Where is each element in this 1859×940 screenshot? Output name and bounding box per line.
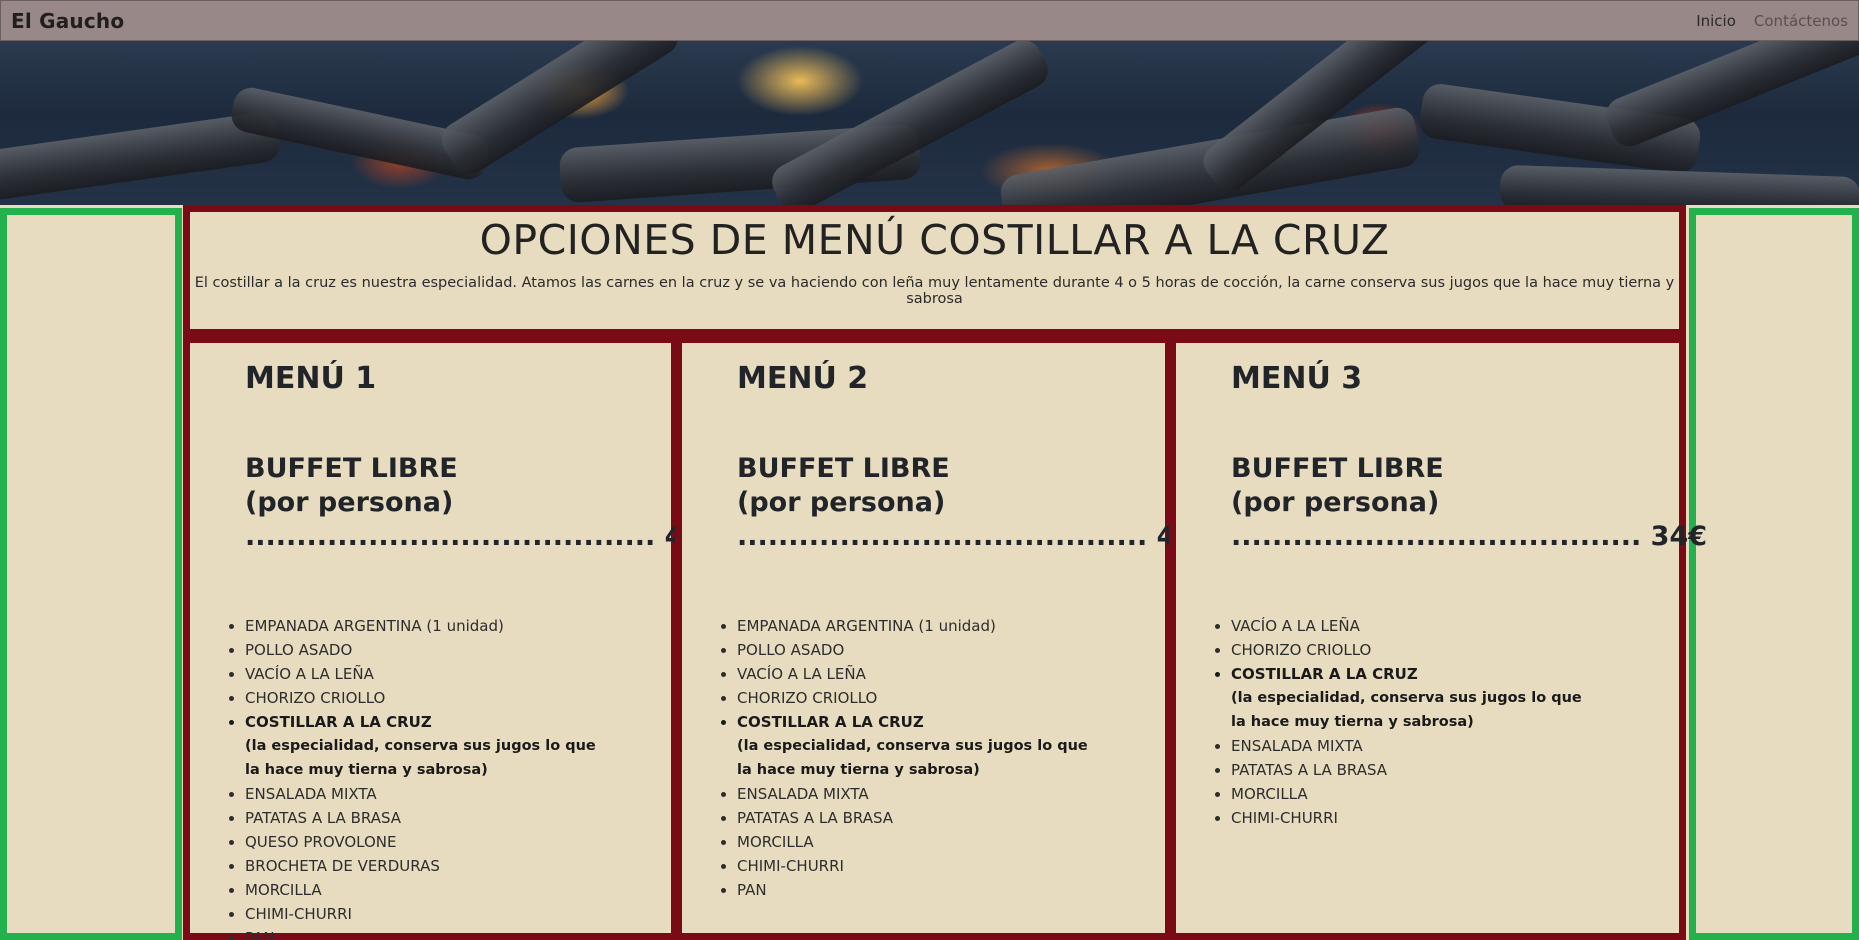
list-item: PAN	[245, 926, 661, 940]
price-line: ........................................…	[737, 521, 1214, 552]
list-item: CHORIZO CRIOLLO	[737, 686, 1155, 710]
left-side-panel	[0, 208, 182, 940]
specialty-note: la hace muy tierna y sabrosa)	[245, 762, 488, 778]
specialty-note: la hace muy tierna y sabrosa)	[1231, 714, 1474, 730]
specialty-name: COSTILLAR A LA CRUZ	[737, 713, 924, 731]
list-item: CHIMI-CHURRI	[245, 902, 661, 926]
list-item: EMPANADA ARGENTINA (1 unidad)	[245, 614, 661, 638]
list-item: BROCHETA DE VERDURAS	[245, 854, 661, 878]
nav-link-inicio[interactable]: Inicio	[1696, 12, 1736, 30]
specialty-name: COSTILLAR A LA CRUZ	[245, 713, 432, 731]
page-title: OPCIONES DE MENÚ COSTILLAR A LA CRUZ	[479, 216, 1390, 264]
list-item: VACÍO A LA LEÑA	[737, 662, 1155, 686]
list-item: QUESO PROVOLONE	[245, 830, 661, 854]
menu-items-list: EMPANADA ARGENTINA (1 unidad) POLLO ASAD…	[245, 614, 661, 940]
list-item: CHIMI-CHURRI	[737, 854, 1155, 878]
menu-card-2: MENÚ 2 BUFFET LIBRE (por persona) ......…	[675, 336, 1214, 940]
navbar: El Gaucho Inicio Contáctenos	[0, 0, 1859, 41]
specialty-note: (la especialidad, conserva sus jugos lo …	[737, 738, 1088, 754]
list-item: MORCILLA	[1231, 782, 1669, 806]
brand-logo[interactable]: El Gaucho	[11, 9, 124, 33]
list-item-specialty: COSTILLAR A LA CRUZ (la especialidad, co…	[245, 710, 661, 782]
list-item: PATATAS A LA BRASA	[245, 806, 661, 830]
specialty-name: COSTILLAR A LA CRUZ	[1231, 665, 1418, 683]
list-item: CHORIZO CRIOLLO	[245, 686, 661, 710]
list-item: PAN	[737, 878, 1155, 902]
buffet-label: BUFFET LIBRE	[1231, 453, 1444, 484]
per-person-label: (por persona)	[245, 487, 454, 518]
buffet-label: BUFFET LIBRE	[737, 453, 950, 484]
right-side-panel	[1689, 208, 1859, 940]
nav-link-contactenos[interactable]: Contáctenos	[1754, 12, 1848, 30]
price-line: ........................................…	[1231, 521, 1708, 552]
list-item: CHIMI-CHURRI	[1231, 806, 1669, 830]
menu-card-1: MENÚ 1 BUFFET LIBRE (por persona) ......…	[183, 336, 722, 940]
list-item: EMPANADA ARGENTINA (1 unidad)	[737, 614, 1155, 638]
list-item: MORCILLA	[245, 878, 661, 902]
list-item-specialty: COSTILLAR A LA CRUZ (la especialidad, co…	[1231, 662, 1669, 734]
list-item: ENSALADA MIXTA	[245, 782, 661, 806]
list-item: POLLO ASADO	[737, 638, 1155, 662]
specialty-note: (la especialidad, conserva sus jugos lo …	[245, 738, 596, 754]
price-line: ........................................…	[245, 521, 722, 552]
list-item: VACÍO A LA LEÑA	[1231, 614, 1669, 638]
menu-card-3: MENÚ 3 BUFFET LIBRE (por persona) ......…	[1169, 336, 1708, 940]
per-person-label: (por persona)	[1231, 487, 1440, 518]
list-item: POLLO ASADO	[245, 638, 661, 662]
nav-links: Inicio Contáctenos	[1696, 12, 1848, 30]
list-item: MORCILLA	[737, 830, 1155, 854]
list-item-specialty: COSTILLAR A LA CRUZ (la especialidad, co…	[737, 710, 1155, 782]
buffet-label: BUFFET LIBRE	[245, 453, 458, 484]
list-item: CHORIZO CRIOLLO	[1231, 638, 1669, 662]
specialty-note: la hace muy tierna y sabrosa)	[737, 762, 980, 778]
menu-title: MENÚ 3	[1231, 361, 1363, 396]
menu-items-list: VACÍO A LA LEÑA CHORIZO CRIOLLO COSTILLA…	[1231, 614, 1669, 830]
menu-items-list: EMPANADA ARGENTINA (1 unidad) POLLO ASAD…	[737, 614, 1155, 902]
list-item: ENSALADA MIXTA	[737, 782, 1155, 806]
list-item: ENSALADA MIXTA	[1231, 734, 1669, 758]
intro-panel: OPCIONES DE MENÚ COSTILLAR A LA CRUZ El …	[183, 205, 1686, 336]
intro-description: El costillar a la cruz es nuestra especi…	[194, 275, 1675, 307]
per-person-label: (por persona)	[737, 487, 946, 518]
list-item: PATATAS A LA BRASA	[1231, 758, 1669, 782]
list-item: PATATAS A LA BRASA	[737, 806, 1155, 830]
menu-title: MENÚ 1	[245, 361, 377, 396]
menu-title: MENÚ 2	[737, 361, 869, 396]
hero-fire-image	[0, 41, 1859, 205]
specialty-note: (la especialidad, conserva sus jugos lo …	[1231, 690, 1582, 706]
list-item: VACÍO A LA LEÑA	[245, 662, 661, 686]
